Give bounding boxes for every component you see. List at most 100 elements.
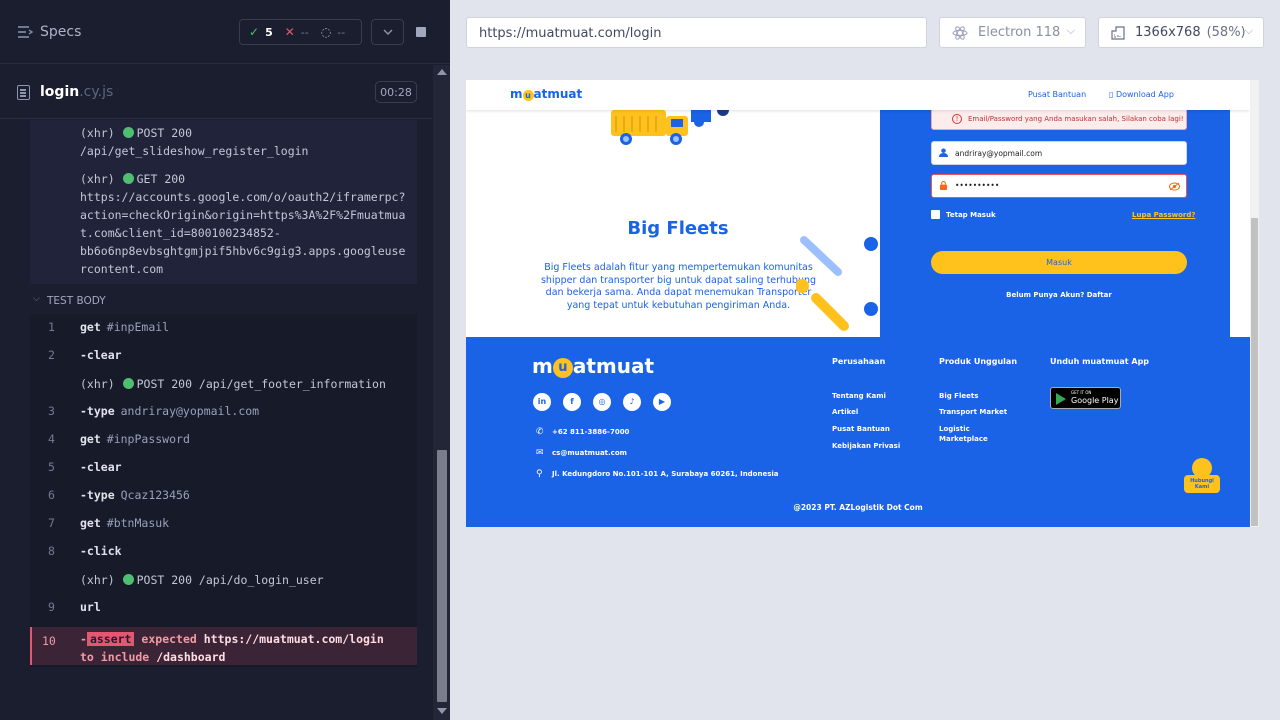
xhr-url-line: rcontent.com — [80, 262, 164, 276]
instagram-icon[interactable]: ◎ — [593, 393, 611, 411]
command-row[interactable]: 1 get #inpEmail — [30, 314, 417, 342]
muatmuat-logo[interactable]: m u atmuat — [510, 87, 582, 101]
user-icon — [939, 148, 948, 157]
xhr-method: GET 200 — [136, 172, 186, 186]
command-row[interactable]: 3 -type andriray@yopmail.com — [30, 398, 417, 426]
scroll-up-icon[interactable] — [437, 69, 447, 75]
spec-file-name[interactable]: login.cy.js — [40, 84, 113, 100]
contact-address: ⚲ Jl. Kedungdoro No.101-101 A, Surabaya 6… — [536, 469, 779, 479]
footer-link[interactable]: Marketplace — [939, 435, 988, 443]
remember-label: Tetap Masuk — [946, 211, 996, 219]
xhr-row[interactable]: (xhr) POST 200 /api/get_footer_informatio… — [30, 371, 417, 399]
gplay-big-text: Google Play — [1071, 396, 1119, 405]
xhr-row[interactable]: (xhr) POST 200 /api/do_login_user — [30, 567, 417, 595]
command-name: -clear — [80, 460, 122, 474]
scroll-down-icon[interactable] — [437, 708, 447, 714]
command-number: 3 — [48, 404, 55, 418]
specs-menu-icon[interactable] — [17, 25, 33, 39]
eye-icon[interactable] — [1169, 182, 1180, 191]
email-field[interactable]: andriray@yopmail.com — [931, 141, 1187, 165]
browser-selector[interactable]: Electron 118 ⌵ — [939, 17, 1086, 48]
site-footer: m u atmuat in f ◎ ♪ ▶ ✆ +62 811-3886-7000 ✉… — [466, 337, 1250, 527]
frame-scrollbar-thumb[interactable] — [1251, 218, 1258, 526]
hubungi-text: Kami — [1194, 484, 1210, 490]
footer-col-title: Unduh muatmuat App — [1050, 357, 1150, 366]
url-bar[interactable]: https://muatmuat.com/login — [466, 17, 927, 48]
google-play-badge[interactable]: GET IT ON Google Play — [1050, 387, 1121, 409]
xhr-url: /api/get_slideshow_register_login — [80, 144, 309, 158]
footer-link[interactable]: Artikel — [832, 408, 858, 416]
chevron-down-icon: ⌵ — [33, 294, 40, 304]
command-row[interactable]: 9 url — [30, 594, 417, 622]
register-link[interactable]: Belum Punya Akun? Daftar — [880, 291, 1238, 299]
viewport-selector[interactable]: 1366x768 (58%) ⌵ — [1098, 17, 1264, 48]
dropdown-button[interactable] — [371, 19, 404, 45]
command-text: url — [80, 600, 101, 614]
command-text: -type andriray@yopmail.com — [80, 404, 259, 418]
whatsapp-icon: ✆ — [536, 427, 544, 437]
assert-to-include: to include — [80, 650, 150, 664]
forgot-password-link[interactable]: Lupa Password? — [1132, 211, 1195, 219]
footer-link[interactable]: Logistic — [939, 425, 970, 433]
linkedin-icon[interactable]: in — [533, 393, 551, 411]
command-name: -type — [80, 488, 115, 502]
xhr-method: POST 200 — [136, 126, 193, 140]
command-row[interactable]: 6 -type Qcaz123456 — [30, 482, 417, 510]
failed-stat: ✕ -- — [285, 25, 309, 39]
status-dot-icon — [122, 378, 134, 389]
gplay-small-text: GET IT ON — [1071, 390, 1092, 395]
email-text: cs@muatmuat.com — [552, 449, 627, 457]
footer-link[interactable]: Big Fleets — [939, 392, 978, 400]
pending-stat: ◌ -- — [321, 25, 345, 39]
xhr-request-2[interactable]: (xhr) GET 200 https://accounts.google.com… — [80, 170, 405, 278]
remember-checkbox[interactable] — [931, 210, 940, 219]
truck-illustration — [611, 110, 729, 145]
command-number: 6 — [48, 488, 55, 502]
command-row[interactable]: 2 -clear — [30, 342, 417, 370]
password-field[interactable]: •••••••••• — [931, 174, 1187, 198]
command-arg: Qcaz123456 — [120, 488, 190, 502]
youtube-icon[interactable]: ▶ — [653, 393, 671, 411]
command-row[interactable]: 8 -click — [30, 538, 417, 566]
command-name: get — [80, 432, 101, 446]
failed-assert-row[interactable]: 10 - assert expected https://muatmuat.com… — [30, 627, 417, 665]
specs-label[interactable]: Specs — [40, 24, 81, 40]
scrollbar-thumb[interactable] — [437, 450, 447, 702]
nav-help-link[interactable]: Pusat Bantuan — [1028, 90, 1086, 99]
logo-part: m — [532, 354, 553, 378]
assert-tag: assert — [86, 632, 135, 646]
footer-link[interactable]: Transport Market — [939, 408, 1007, 416]
passed-count: 5 — [265, 25, 273, 39]
nav-download-link[interactable]: ▯ Download App — [1109, 90, 1174, 99]
command-row[interactable]: 5 -clear — [30, 454, 417, 482]
test-body-header[interactable]: ⌵ TEST BODY — [30, 292, 417, 312]
login-button[interactable]: Masuk — [931, 251, 1187, 274]
footer-link[interactable]: Tentang Kami — [832, 392, 886, 400]
footer-logo: m u atmuat — [532, 354, 654, 378]
facebook-icon[interactable]: f — [563, 393, 581, 411]
contact-email[interactable]: ✉ cs@muatmuat.com — [536, 448, 627, 458]
command-row[interactable]: 4 get #inpPassword — [30, 426, 417, 454]
xhr-request-1[interactable]: (xhr) POST 200 /api/get_slideshow_registe… — [80, 124, 308, 160]
viewport-size: 1366x768 — [1135, 25, 1201, 40]
command-arg: #inpPassword — [106, 432, 190, 446]
tiktok-icon[interactable]: ♪ — [623, 393, 641, 411]
stop-button[interactable] — [404, 19, 437, 45]
contact-phone[interactable]: ✆ +62 811-3886-7000 — [536, 427, 629, 437]
contact-us-widget[interactable]: Hubungi Kami — [1184, 458, 1220, 494]
footer-link[interactable]: Kebijakan Privasi — [832, 442, 900, 450]
login-form: ! Email/Password yang Anda masukan salah… — [880, 110, 1230, 337]
assert-message: - assert expected https://muatmuat.com/lo… — [80, 630, 415, 666]
command-number: 5 — [48, 460, 55, 474]
command-text: (xhr) POST 200 /api/do_login_user — [80, 573, 324, 587]
command-text: -type Qcaz123456 — [80, 488, 190, 502]
mail-icon: ✉ — [536, 448, 544, 458]
site-navbar: m u atmuat Pusat Bantuan ▯ Download App — [466, 80, 1250, 110]
command-name: url — [80, 600, 101, 614]
pending-icon: ◌ — [320, 25, 332, 39]
file-icon — [17, 85, 30, 100]
command-name: get — [80, 516, 101, 530]
spec-file-base: login — [40, 84, 80, 100]
command-row[interactable]: 7 get #btnMasuk — [30, 510, 417, 538]
footer-link[interactable]: Pusat Bantuan — [832, 425, 890, 433]
